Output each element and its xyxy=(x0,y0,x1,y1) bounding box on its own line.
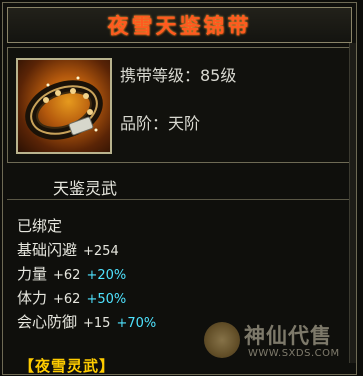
item-header: 携带等级：85级 品阶：天阶 xyxy=(7,47,352,163)
stat-label: 力量 xyxy=(17,265,48,283)
watermark-url: WWW.SXDS.COM xyxy=(248,348,340,359)
divider xyxy=(7,199,352,200)
belt-graphic xyxy=(25,76,103,140)
stat-row: 力量 +62 +20% xyxy=(17,262,156,286)
stat-label: 会心防御 xyxy=(17,313,78,331)
belt-icon xyxy=(16,58,112,154)
watermark-logo-icon xyxy=(204,322,240,358)
stat-row: 会心防御 +15 +70% xyxy=(17,310,156,334)
item-name: 夜雪天鉴锦带 xyxy=(107,13,252,38)
stat-row: 基础闪避 +254 xyxy=(17,238,156,262)
stat-value: +254 xyxy=(83,244,119,259)
bound-status: 已绑定 xyxy=(17,217,63,235)
stats-list: 已绑定 基础闪避 +254 力量 +62 +20% 体力 +62 +50% 会心防御 +15… xyxy=(17,214,156,334)
stat-label: 体力 xyxy=(17,289,48,307)
tooltip-scrollbar[interactable] xyxy=(349,43,356,363)
stat-value: +15 xyxy=(83,316,111,331)
section-header: 【夜雪灵武】 xyxy=(19,357,116,375)
set-title: 天鉴灵武 xyxy=(53,179,118,198)
item-grade: 品阶：天阶 xyxy=(120,114,201,133)
stat-percent: +20% xyxy=(86,268,127,283)
stat-percent: +70% xyxy=(116,316,157,331)
item-title-bar: 夜雪天鉴锦带 xyxy=(7,7,352,43)
stat-percent: +50% xyxy=(86,292,127,307)
carry-level: 携带等级：85级 xyxy=(120,66,237,85)
stat-value: +62 xyxy=(53,268,81,283)
stat-row: 体力 +62 +50% xyxy=(17,286,156,310)
stat-value: +62 xyxy=(53,292,81,307)
watermark-text: 神仙代售 xyxy=(244,323,332,348)
watermark: 神仙代售 WWW.SXDS.COM xyxy=(204,320,354,364)
stat-label: 基础闪避 xyxy=(17,241,78,259)
